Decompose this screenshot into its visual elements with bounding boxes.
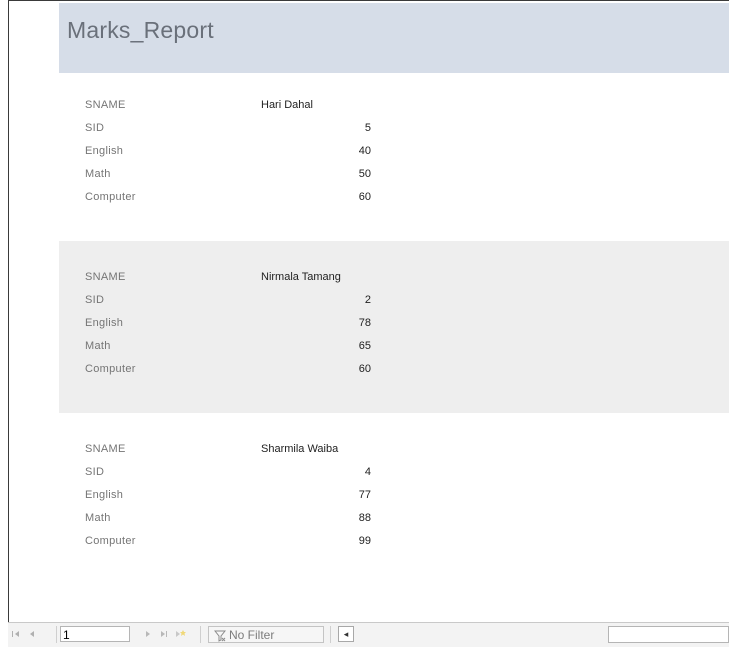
filter-label: No Filter (229, 628, 275, 642)
filter-icon (213, 629, 227, 642)
field-row: Math 88 (59, 508, 729, 531)
field-value: 60 (358, 191, 371, 203)
field-label: Computer (85, 363, 136, 375)
field-label: SID (85, 122, 105, 134)
field-row: Math 50 (59, 164, 729, 187)
field-label: Math (85, 340, 111, 352)
field-value: Hari Dahal (261, 99, 313, 111)
field-row: English 78 (59, 313, 729, 336)
field-row: English 40 (59, 141, 729, 164)
filter-toggle-button[interactable]: No Filter (208, 626, 324, 643)
field-label: SNAME (85, 271, 126, 283)
report-title: Marks_Report (67, 17, 214, 43)
record-block: SNAME Hari Dahal SID 5 English 40 Math 5… (59, 95, 729, 241)
field-label: English (85, 145, 124, 157)
previous-record-icon[interactable] (26, 628, 38, 645)
field-value: 65 (358, 340, 371, 352)
record-navigation-bar: 1 No Filter ◂ (8, 622, 729, 647)
field-label: SNAME (85, 443, 126, 455)
field-row: SID 2 (59, 290, 729, 313)
field-label: SID (85, 466, 105, 478)
last-record-icon[interactable] (158, 628, 170, 645)
field-value: 99 (358, 535, 371, 547)
field-row: SNAME Hari Dahal (59, 95, 729, 118)
field-value: 2 (364, 294, 371, 306)
record-block: SNAME Nirmala Tamang SID 2 English 78 Ma… (59, 241, 729, 413)
first-record-icon[interactable] (10, 628, 22, 645)
report-header: Marks_Report (59, 3, 729, 73)
field-label: English (85, 489, 124, 501)
field-row: Computer 60 (59, 187, 729, 210)
field-row: SNAME Nirmala Tamang (59, 267, 729, 290)
field-row: SNAME Sharmila Waiba (59, 439, 729, 462)
record-block: SNAME Sharmila Waiba SID 4 English 77 Ma… (59, 413, 729, 583)
field-value: Nirmala Tamang (261, 271, 341, 283)
report-window: Marks_Report SNAME Hari Dahal SID 5 Engl… (8, 0, 729, 623)
field-row: SID 5 (59, 118, 729, 141)
field-row: Computer 99 (59, 531, 729, 554)
new-record-icon[interactable] (174, 628, 188, 645)
field-label: SNAME (85, 99, 126, 111)
field-row: Math 65 (59, 336, 729, 359)
field-row: Computer 60 (59, 359, 729, 382)
field-value: 5 (364, 122, 371, 134)
field-label: Math (85, 512, 111, 524)
field-value: 88 (358, 512, 371, 524)
current-record-input[interactable]: 1 (60, 626, 130, 642)
field-value: Sharmila Waiba (261, 443, 339, 455)
field-value: 40 (358, 145, 371, 157)
field-label: SID (85, 294, 105, 306)
field-label: Math (85, 168, 111, 180)
next-record-icon[interactable] (142, 628, 154, 645)
scroll-left-icon[interactable]: ◂ (338, 626, 354, 642)
field-value: 78 (358, 317, 371, 329)
field-label: English (85, 317, 124, 329)
field-row: English 77 (59, 485, 729, 508)
divider (330, 626, 331, 643)
field-value: 50 (358, 168, 371, 180)
divider (200, 626, 201, 643)
divider (56, 626, 57, 643)
field-value: 4 (364, 466, 371, 478)
field-label: Computer (85, 191, 136, 203)
search-input[interactable] (608, 626, 729, 643)
field-value: 60 (358, 363, 371, 375)
field-row: SID 4 (59, 462, 729, 485)
report-records: SNAME Hari Dahal SID 5 English 40 Math 5… (59, 95, 729, 583)
field-value: 77 (358, 489, 371, 501)
field-label: Computer (85, 535, 136, 547)
